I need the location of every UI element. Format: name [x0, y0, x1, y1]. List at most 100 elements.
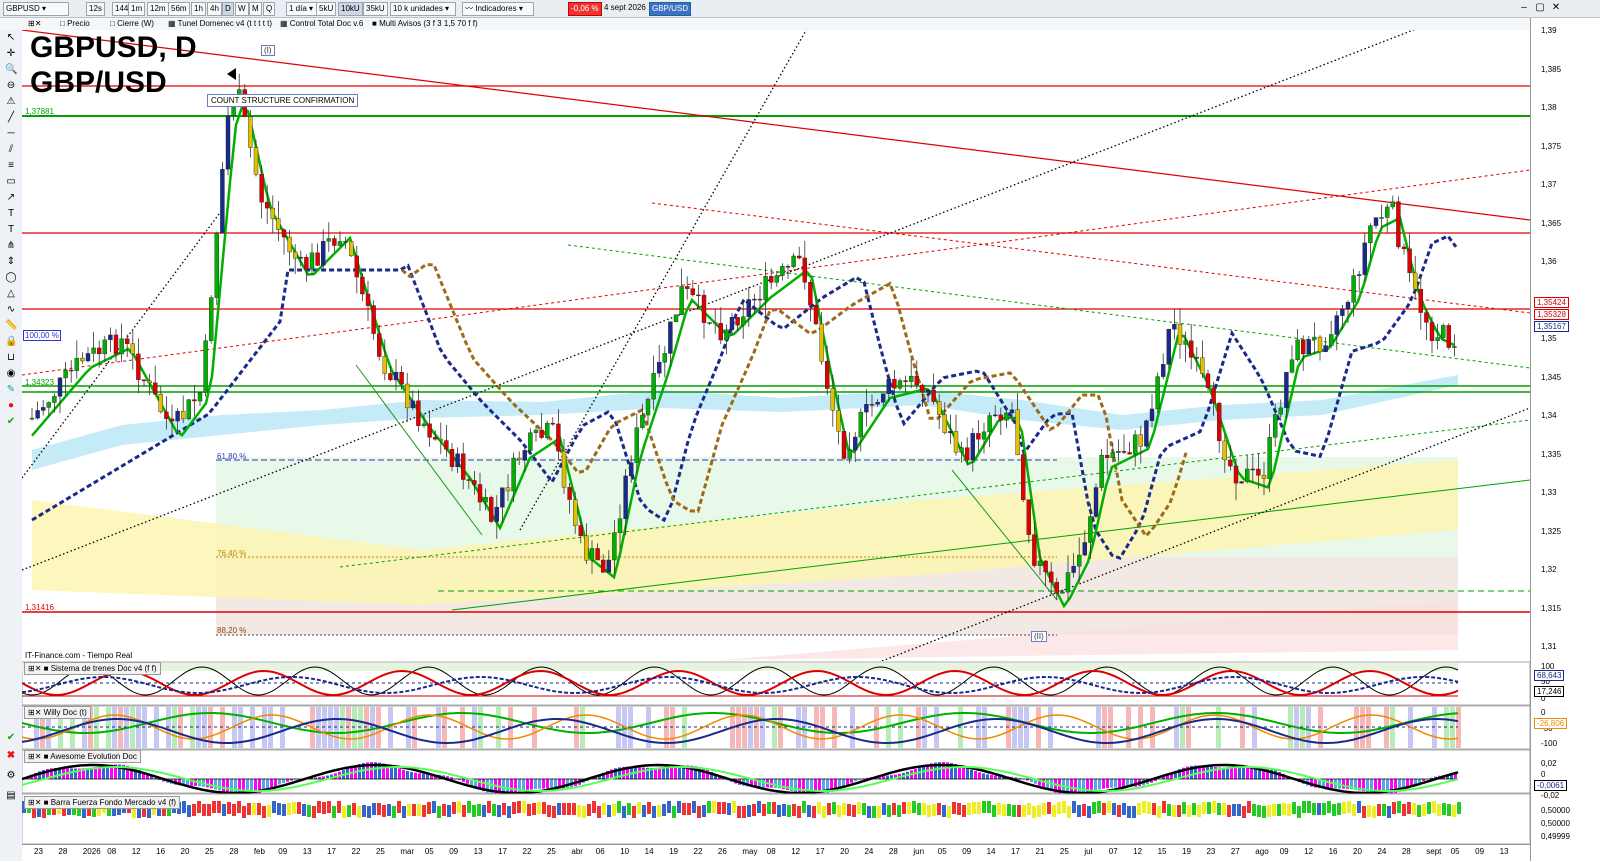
barra-bar	[717, 802, 721, 814]
awesome-bar	[546, 779, 549, 789]
date-tick: 07	[1109, 847, 1118, 856]
barra-bar	[452, 802, 456, 814]
awesome-panel[interactable]	[22, 750, 1530, 796]
candle-body	[187, 400, 191, 419]
barra-bar	[482, 805, 486, 817]
timeframe-button-56m[interactable]: 56m	[168, 2, 190, 16]
indicator-settings-icon[interactable]: ⊞✕	[26, 19, 43, 29]
indicators-button[interactable]: 〰 Indicadores ▾	[462, 2, 534, 16]
candle-body	[808, 282, 812, 305]
ruler-icon[interactable]: 📏	[5, 320, 17, 332]
candle-body	[618, 519, 622, 533]
timeframe-button-4h[interactable]: 4h	[207, 2, 222, 16]
close-icon[interactable]: ✕	[1550, 2, 1562, 14]
indicator-chip-precio[interactable]: □ Precio	[58, 19, 92, 29]
timeframe-button-1m[interactable]: 1m	[128, 2, 145, 16]
wave-icon[interactable]: ∿	[5, 304, 17, 316]
lock-icon[interactable]: 🔒	[5, 336, 17, 348]
timeframe-button-m[interactable]: M	[249, 2, 262, 16]
alert-icon[interactable]: ⚠	[5, 96, 17, 108]
arrow-icon[interactable]: ↗	[5, 192, 17, 204]
candle-body	[960, 448, 964, 452]
date-tick: 28	[889, 847, 898, 856]
restore-icon[interactable]: ▢	[1534, 2, 1546, 14]
awesome-bar	[1114, 779, 1117, 787]
quantity-selector[interactable]: 10 k unidades ▾	[390, 2, 456, 16]
indicator-chip-control[interactable]: ▦ Control Total Doc v.6	[278, 19, 365, 29]
candle-body	[92, 348, 96, 354]
check-icon[interactable]: ✔	[5, 732, 17, 744]
marker-icon[interactable]: ●	[5, 400, 17, 412]
wave-label-bottom[interactable]: (II)	[1031, 631, 1047, 642]
date-axis[interactable]: 23282026081216202528feb0913172225mar0509…	[22, 844, 1530, 862]
candle-body	[724, 330, 728, 340]
barra-bar	[222, 804, 226, 816]
pitchfork-icon[interactable]: ⋔	[5, 240, 17, 252]
willy-panel-header[interactable]: ⊞✕ Willy Doc (t)	[24, 706, 91, 719]
price-axis[interactable]: 1,391,3851,381,3751,371,3651,361,3551,35…	[1530, 18, 1600, 861]
trenes-panel[interactable]	[22, 662, 1530, 705]
template-icon[interactable]: ▤	[5, 790, 17, 802]
timeframe-button-q[interactable]: Q	[263, 2, 275, 16]
unit-10k-button[interactable]: 10kU	[338, 2, 363, 16]
date-tick: 19	[1182, 847, 1191, 856]
candle-body	[1010, 410, 1014, 413]
unit-35k-button[interactable]: 35kU	[363, 2, 388, 16]
measure-icon[interactable]: ⇕	[5, 256, 17, 268]
magnet-icon[interactable]: ⊔	[5, 352, 17, 364]
candle-body	[1447, 325, 1451, 347]
channel-icon[interactable]: ⫽	[5, 144, 17, 156]
hline-icon[interactable]: ─	[5, 128, 17, 140]
candle-body	[64, 370, 68, 378]
barra-panel[interactable]	[22, 794, 1530, 844]
candle-body	[1223, 441, 1227, 460]
indicator-chip-avisos[interactable]: ■ Multi Avisos (3 f 3 1,5 70 f f)	[370, 19, 480, 29]
candle-body	[1200, 358, 1204, 374]
timeframe-button-12m[interactable]: 12m	[147, 2, 169, 16]
candle-body	[254, 148, 258, 175]
trenes-panel-header[interactable]: ⊞✕ ■ Sistema de trenes Doc v4 (f f)	[24, 662, 161, 675]
timeframe-button-d[interactable]: D	[222, 2, 234, 16]
zoom-icon[interactable]: 🔍	[5, 64, 17, 76]
indicator-chip-tunel[interactable]: ▦ Tunel Domenec v4 (t t t t t)	[166, 19, 274, 29]
date-tick: 24	[864, 847, 873, 856]
awesome-panel-header[interactable]: ⊞✕ ■ Awesome Evolution Doc	[24, 750, 141, 763]
delete-icon[interactable]: ✖	[5, 750, 17, 762]
awesome-tag: -0,0061	[1534, 780, 1567, 791]
brush-icon[interactable]: ✎	[5, 384, 17, 396]
minimize-icon[interactable]: –	[1518, 2, 1530, 14]
price-chart[interactable]	[22, 30, 1530, 661]
crosshair-icon[interactable]: ✛	[5, 48, 17, 60]
triangle-icon[interactable]: △	[5, 288, 17, 300]
symbol-selector[interactable]: GBPUSD ▾	[3, 2, 69, 16]
cursor-icon[interactable]: ↖	[5, 32, 17, 44]
rectangle-icon[interactable]: ▭	[5, 176, 17, 188]
check-icon[interactable]: ✔	[5, 416, 17, 428]
trendline-icon[interactable]: ╱	[5, 112, 17, 124]
fib-icon[interactable]: ≡	[5, 160, 17, 172]
barra-bar	[767, 802, 771, 814]
annotation-box[interactable]: COUNT STRUCTURE CONFIRMATION	[207, 94, 358, 107]
indicator-chip-cierre[interactable]: □ Cierre (W)	[108, 19, 156, 29]
awesome-bar	[1082, 779, 1085, 793]
unit-5k-button[interactable]: 5kU	[316, 2, 336, 16]
barra-panel-header[interactable]: ⊞✕ ■ Barra Fuerza Fondo Mercado v4 (f)	[24, 796, 180, 809]
label-icon[interactable]: T	[5, 224, 17, 236]
ellipse-icon[interactable]: ◯	[5, 272, 17, 284]
candle-body	[265, 202, 269, 208]
text-icon[interactable]: T	[5, 208, 17, 220]
timeframe-button-12s[interactable]: 12s	[86, 2, 105, 16]
willy-panel[interactable]	[22, 706, 1530, 749]
settings-icon[interactable]: ⚙	[5, 770, 17, 782]
barra-bar	[317, 801, 321, 813]
candle-body	[293, 252, 297, 258]
barra-bar	[337, 801, 341, 813]
candle-body	[1128, 452, 1132, 454]
eye-icon[interactable]: ◉	[5, 368, 17, 380]
timeframe-button-1h[interactable]: 1h	[191, 2, 206, 16]
wave-label-top[interactable]: (I)	[261, 45, 275, 56]
zoom-out-icon[interactable]: ⊖	[5, 80, 17, 92]
candle-body	[1391, 202, 1395, 207]
date-tick: 24	[1377, 847, 1386, 856]
timeframe-button-w[interactable]: W	[235, 2, 249, 16]
